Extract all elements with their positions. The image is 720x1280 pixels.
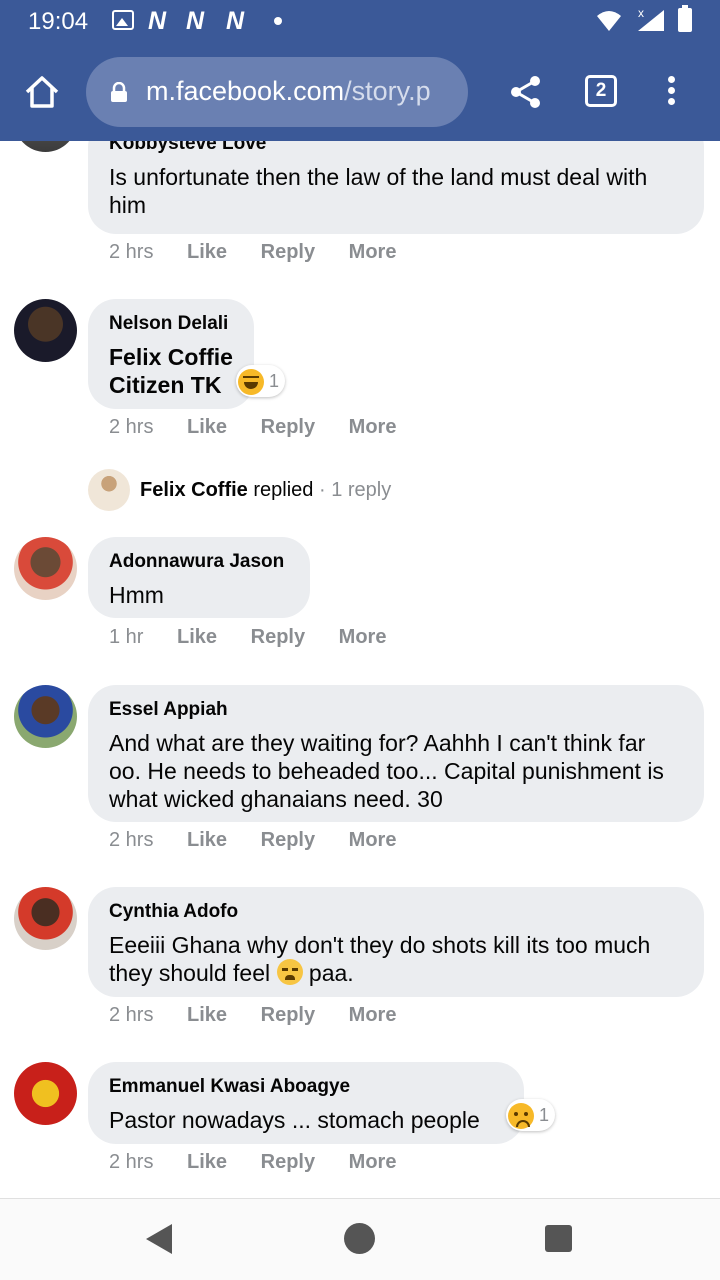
comment-text: And what are they waiting for? Aahhh I c…: [109, 730, 664, 812]
comment-text: Is unfortunate then the law of the land …: [109, 164, 648, 218]
avatar[interactable]: [14, 299, 77, 362]
more-button[interactable]: More: [349, 1004, 397, 1026]
comment-author[interactable]: Adonnawura Jason: [109, 549, 289, 574]
comment-bubble: Cynthia Adofo Eeeiii Ghana why don't the…: [88, 887, 704, 997]
like-button[interactable]: Like: [187, 1004, 227, 1026]
comment-bubble: Emmanuel Kwasi Aboagye Pastor nowadays .…: [88, 1062, 524, 1144]
system-navigation-bar: [0, 1198, 720, 1280]
like-button[interactable]: Like: [177, 626, 217, 648]
reply-button[interactable]: Reply: [261, 1151, 315, 1173]
reply-button[interactable]: Reply: [261, 829, 315, 851]
comment-time[interactable]: 2 hrs: [109, 829, 153, 851]
comment-time[interactable]: 2 hrs: [109, 1004, 153, 1026]
comment-time[interactable]: 1 hr: [109, 626, 143, 648]
comment-author[interactable]: Kobbysteve Love: [109, 141, 683, 156]
reply-button[interactable]: Reply: [251, 626, 305, 648]
more-notifications-dot-icon: [274, 17, 282, 25]
home-icon[interactable]: [22, 72, 62, 112]
comment-actions: 2 hrs Like Reply More: [109, 241, 424, 264]
tab-switcher-button[interactable]: 2: [585, 75, 617, 107]
sad-reaction-icon: [508, 1103, 534, 1130]
more-button[interactable]: More: [349, 1151, 397, 1173]
share-icon[interactable]: [506, 72, 546, 112]
reply-separator: ·: [313, 479, 332, 501]
steam-face-emoji-icon: [276, 959, 303, 985]
more-button[interactable]: More: [339, 626, 387, 648]
like-button[interactable]: Like: [187, 829, 227, 851]
more-button[interactable]: More: [349, 241, 397, 263]
overflow-menu-icon[interactable]: [660, 74, 682, 110]
comment-bubble: Essel Appiah And what are they waiting f…: [88, 685, 704, 822]
comment-time[interactable]: 2 hrs: [109, 241, 153, 263]
comment-bubble: Kobbysteve Love Is unfortunate then the …: [88, 141, 704, 234]
comment-author[interactable]: Cynthia Adofo: [109, 899, 683, 924]
browser-header: 19:04 N N N x m.facebook.com/story.p 2: [0, 0, 720, 141]
gallery-notification-icon: [112, 10, 134, 30]
like-button[interactable]: Like: [187, 416, 227, 438]
recent-apps-icon[interactable]: [545, 1225, 572, 1252]
notification-n-icon: N: [148, 7, 166, 35]
like-button[interactable]: Like: [187, 1151, 227, 1173]
status-bar: 19:04 N N N x: [0, 0, 720, 44]
replier-name: Felix Coffie: [140, 479, 248, 501]
comment-author[interactable]: Essel Appiah: [109, 697, 683, 722]
reaction-count: 1: [269, 371, 280, 391]
lock-icon: [111, 82, 127, 102]
url-host: m.facebook.com: [146, 76, 345, 106]
reply-button[interactable]: Reply: [261, 241, 315, 263]
back-icon[interactable]: [146, 1224, 172, 1254]
comment-author[interactable]: Emmanuel Kwasi Aboagye: [109, 1074, 503, 1099]
comment-text-part: Eeeiii Ghana why don't they do shots kil…: [109, 932, 651, 986]
avatar[interactable]: [14, 141, 77, 152]
address-bar[interactable]: m.facebook.com/story.p: [86, 57, 468, 127]
comment-text: Felix Coffie Citizen TK: [109, 344, 233, 398]
comment-text: Pastor nowadays ... stomach people: [109, 1107, 480, 1133]
comments-feed: Kobbysteve Love Is unfortunate then the …: [0, 141, 720, 1198]
comment-actions: 2 hrs Like Reply More: [109, 1151, 424, 1174]
comment-bubble: Adonnawura Jason Hmm: [88, 537, 310, 618]
reaction-count: 1: [539, 1105, 550, 1125]
comment-text: Hmm: [109, 582, 164, 608]
reply-button[interactable]: Reply: [261, 416, 315, 438]
comment-time[interactable]: 2 hrs: [109, 416, 153, 438]
comment-author[interactable]: Nelson Delali: [109, 311, 233, 336]
like-button[interactable]: Like: [187, 241, 227, 263]
signal-x-label: x: [638, 6, 644, 20]
avatar: [88, 469, 130, 511]
more-button[interactable]: More: [349, 416, 397, 438]
avatar[interactable]: [14, 1062, 77, 1125]
comment-text-part: paa.: [302, 960, 354, 986]
reply-button[interactable]: Reply: [261, 1004, 315, 1026]
battery-icon: [678, 5, 692, 32]
comment-actions: 2 hrs Like Reply More: [109, 416, 424, 439]
more-button[interactable]: More: [349, 829, 397, 851]
reply-count: 1 reply: [331, 479, 392, 501]
url-path: /story.p: [344, 76, 431, 106]
cell-signal-icon: x: [638, 6, 664, 31]
avatar[interactable]: [14, 685, 77, 748]
comment-actions: 2 hrs Like Reply More: [109, 1004, 424, 1027]
notification-n-icon: N: [186, 7, 204, 35]
comment-bubble: Nelson Delali Felix Coffie Citizen TK: [88, 299, 254, 409]
avatar[interactable]: [14, 537, 77, 600]
reaction-badge[interactable]: 1: [506, 1099, 556, 1131]
replies-summary: Felix Coffie replied · 1 reply: [140, 479, 391, 502]
laugh-reaction-icon: [238, 369, 264, 396]
comment-actions: 1 hr Like Reply More: [109, 626, 414, 649]
home-circle-icon[interactable]: [344, 1223, 375, 1254]
notification-n-icon: N: [226, 7, 244, 35]
reaction-badge[interactable]: 1: [236, 365, 286, 397]
comment-actions: 2 hrs Like Reply More: [109, 829, 424, 852]
comment-time[interactable]: 2 hrs: [109, 1151, 153, 1173]
comment-text: Eeeiii Ghana why don't they do shots kil…: [109, 931, 683, 987]
replied-label: replied: [253, 479, 314, 501]
status-time: 19:04: [28, 8, 89, 35]
avatar[interactable]: [14, 887, 77, 950]
wifi-icon: [597, 11, 621, 31]
url-text: m.facebook.com/story.p: [146, 76, 431, 107]
